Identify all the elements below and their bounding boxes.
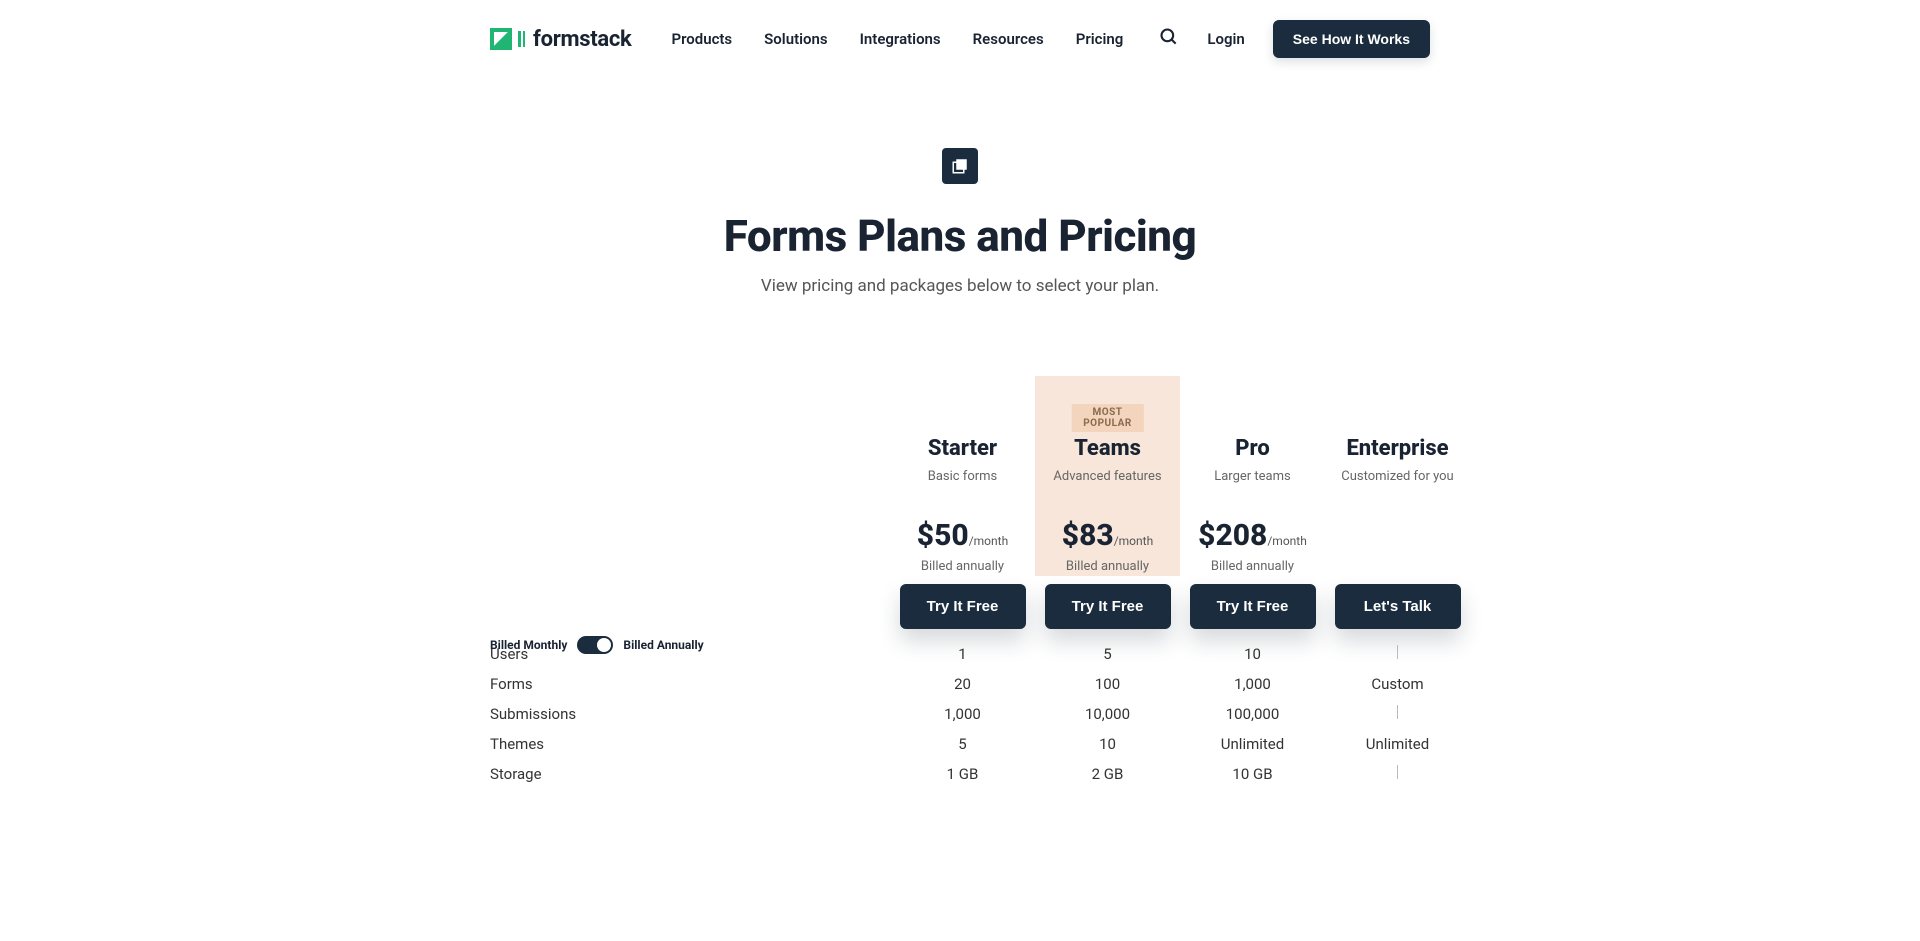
site-header: formstack Products Solutions Integration… bbox=[490, 0, 1430, 78]
feature-value: Unlimited bbox=[1180, 727, 1325, 757]
billed-monthly-label: Billed Monthly bbox=[490, 638, 567, 652]
plan-name: Starter bbox=[890, 436, 1035, 461]
plan-name: Pro bbox=[1180, 436, 1325, 461]
feature-value: Unlimited bbox=[1325, 727, 1470, 757]
billed-annually-label: Billed Annually bbox=[623, 638, 703, 652]
feature-value: 1,000 bbox=[890, 697, 1035, 727]
plan-price: $208 bbox=[1198, 518, 1267, 553]
popular-badge: MOST POPULAR bbox=[1071, 404, 1144, 432]
feature-value: 2 GB bbox=[1035, 757, 1180, 787]
feature-value: Custom bbox=[1325, 667, 1470, 697]
nav-products[interactable]: Products bbox=[671, 30, 732, 48]
plan-desc: Customized for you bbox=[1325, 469, 1470, 484]
dash-icon bbox=[1397, 645, 1398, 659]
feature-value: 5 bbox=[890, 727, 1035, 757]
dash-icon bbox=[1397, 705, 1398, 719]
plan-desc: Basic forms bbox=[890, 469, 1035, 484]
feature-label: Submissions bbox=[490, 697, 890, 727]
billing-toggle: Billed Monthly Billed Annually bbox=[490, 636, 704, 654]
lets-talk-enterprise-button[interactable]: Let's Talk bbox=[1335, 584, 1461, 629]
plan-header-starter: Starter Basic forms $50/month Billed ann… bbox=[890, 376, 1035, 576]
feature-value: 100,000 bbox=[1180, 697, 1325, 727]
feature-label: Storage bbox=[490, 757, 890, 787]
try-it-free-starter-button[interactable]: Try It Free bbox=[900, 584, 1026, 629]
plan-price-suffix: /month bbox=[1114, 534, 1153, 548]
logo-mark-icon bbox=[490, 28, 512, 50]
feature-value bbox=[1325, 637, 1470, 667]
plan-desc: Advanced features bbox=[1035, 469, 1180, 484]
dash-icon bbox=[1397, 765, 1398, 779]
page-title: Forms Plans and Pricing bbox=[490, 210, 1430, 262]
billing-toggle-switch[interactable] bbox=[577, 636, 613, 654]
feature-label: Forms bbox=[490, 667, 890, 697]
feature-value: 20 bbox=[890, 667, 1035, 697]
logo-bars-icon bbox=[518, 31, 525, 47]
see-how-it-works-button[interactable]: See How It Works bbox=[1273, 20, 1430, 58]
feature-value bbox=[1325, 697, 1470, 727]
nav-solutions[interactable]: Solutions bbox=[764, 30, 827, 48]
plan-price-suffix: /month bbox=[969, 534, 1008, 548]
feature-value: 10 bbox=[1035, 727, 1180, 757]
try-it-free-pro-button[interactable]: Try It Free bbox=[1190, 584, 1316, 629]
nav-integrations[interactable]: Integrations bbox=[860, 30, 941, 48]
feature-value: 1 GB bbox=[890, 757, 1035, 787]
feature-value: 1,000 bbox=[1180, 667, 1325, 697]
feature-value: 100 bbox=[1035, 667, 1180, 697]
plan-price: $83 bbox=[1062, 518, 1114, 553]
plan-header-enterprise: Enterprise Customized for you bbox=[1325, 376, 1470, 576]
login-link[interactable]: Login bbox=[1207, 30, 1244, 48]
plan-desc: Larger teams bbox=[1180, 469, 1325, 484]
plan-name: Teams bbox=[1035, 436, 1180, 461]
search-icon[interactable] bbox=[1159, 27, 1179, 51]
try-it-free-teams-button[interactable]: Try It Free bbox=[1045, 584, 1171, 629]
plan-billing: Billed annually bbox=[1180, 559, 1325, 574]
page-subtitle: View pricing and packages below to selec… bbox=[490, 276, 1430, 296]
feature-value: 5 bbox=[1035, 637, 1180, 667]
main-nav: Products Solutions Integrations Resource… bbox=[671, 30, 1123, 48]
feature-value: 10 GB bbox=[1180, 757, 1325, 787]
feature-label: Themes bbox=[490, 727, 890, 757]
pricing-table: Starter Basic forms $50/month Billed ann… bbox=[490, 376, 1430, 787]
brand-name: formstack bbox=[533, 27, 631, 52]
plan-header-teams: MOST POPULAR Teams Advanced features $83… bbox=[1035, 376, 1180, 576]
feature-value: 10,000 bbox=[1035, 697, 1180, 727]
hero: Forms Plans and Pricing View pricing and… bbox=[490, 78, 1430, 326]
nav-resources[interactable]: Resources bbox=[973, 30, 1044, 48]
feature-value: 10 bbox=[1180, 637, 1325, 667]
forms-icon bbox=[942, 148, 978, 184]
nav-pricing[interactable]: Pricing bbox=[1076, 30, 1124, 48]
plan-price: $50 bbox=[917, 518, 969, 553]
plan-name: Enterprise bbox=[1325, 436, 1470, 461]
feature-value: 1 bbox=[890, 637, 1035, 667]
plan-header-pro: Pro Larger teams $208/month Billed annua… bbox=[1180, 376, 1325, 576]
brand-logo[interactable]: formstack bbox=[490, 27, 631, 52]
plan-billing: Billed annually bbox=[890, 559, 1035, 574]
feature-value bbox=[1325, 757, 1470, 787]
plan-billing: Billed annually bbox=[1035, 559, 1180, 574]
plan-price-suffix: /month bbox=[1267, 534, 1306, 548]
